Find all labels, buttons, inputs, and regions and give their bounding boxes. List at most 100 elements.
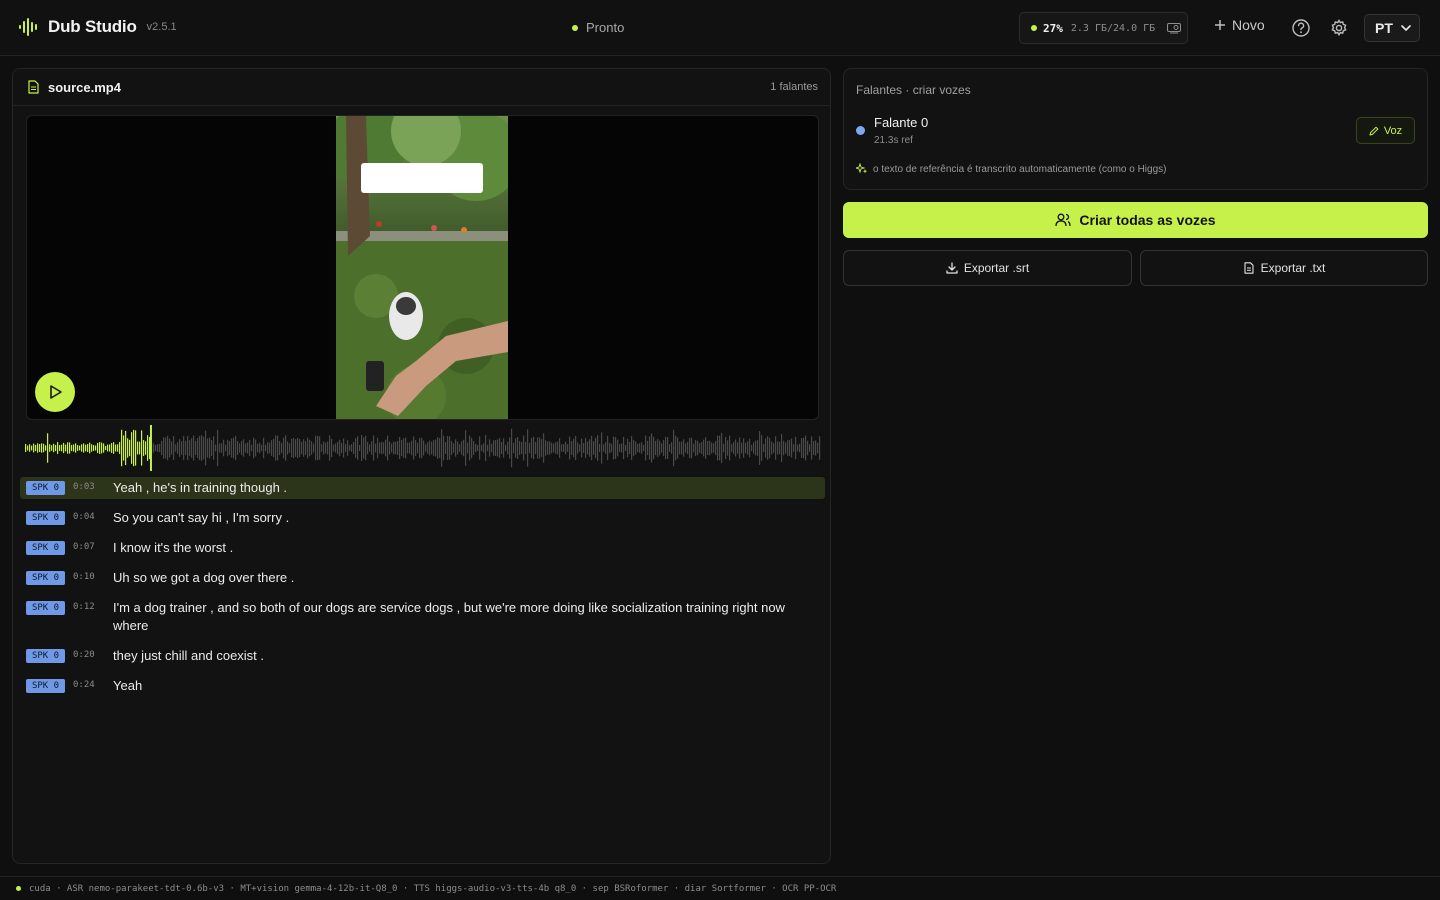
segment-row[interactable]: SPK 0 0:04 So you can't say hi , I'm sorry… bbox=[20, 507, 825, 529]
waveform-bar bbox=[569, 436, 571, 460]
segment-text[interactable]: Yeah bbox=[113, 677, 819, 695]
waveform-bar bbox=[381, 441, 383, 455]
waveform-bar bbox=[53, 443, 55, 453]
speaker-badge[interactable]: SPK 0 bbox=[26, 541, 65, 555]
speaker-badge[interactable]: SPK 0 bbox=[26, 481, 65, 495]
speaker-ref-duration: 21.3s ref bbox=[874, 135, 913, 146]
waveform-bar bbox=[363, 437, 365, 459]
waveform-bar bbox=[815, 440, 817, 456]
waveform-bar bbox=[753, 442, 755, 454]
play-icon bbox=[50, 385, 62, 399]
gear-icon[interactable] bbox=[1329, 18, 1349, 38]
export-srt-button[interactable]: Exportar .srt bbox=[843, 250, 1132, 286]
waveform-bar bbox=[267, 442, 269, 454]
waveform-bar bbox=[457, 441, 459, 455]
waveform-bar bbox=[761, 435, 763, 461]
waveform-bar bbox=[789, 439, 791, 457]
waveform-bar bbox=[371, 441, 373, 455]
waveform-bar bbox=[725, 437, 727, 459]
waveform-bar bbox=[561, 444, 563, 452]
waveform-bar bbox=[79, 445, 81, 451]
speaker-badge[interactable]: SPK 0 bbox=[26, 649, 65, 663]
segment-row[interactable]: SPK 0 0:07 I know it's the worst . bbox=[20, 537, 825, 559]
export-txt-button[interactable]: Exportar .txt bbox=[1140, 250, 1428, 286]
segment-row[interactable]: SPK 0 0:20 they just chill and coexist . bbox=[20, 645, 825, 667]
waveform-bar bbox=[657, 439, 659, 457]
waveform-bar bbox=[777, 441, 779, 455]
play-button[interactable] bbox=[35, 372, 75, 412]
speaker-badge[interactable]: SPK 0 bbox=[26, 571, 65, 585]
waveform-bar bbox=[473, 441, 475, 455]
waveform-bar bbox=[533, 436, 535, 460]
waveform-bar bbox=[609, 442, 611, 454]
waveform-bar bbox=[611, 443, 613, 453]
waveform-bar bbox=[313, 443, 315, 453]
waveform-bar bbox=[737, 442, 739, 454]
waveform-bar bbox=[643, 444, 645, 452]
segment-text[interactable]: they just chill and coexist . bbox=[113, 647, 819, 665]
waveform-bar bbox=[581, 438, 583, 458]
waveform-bar bbox=[523, 435, 525, 461]
waveform-bar bbox=[339, 439, 341, 457]
segment-row[interactable]: SPK 0 0:24 Yeah bbox=[20, 675, 825, 697]
waveform-bar bbox=[407, 442, 409, 454]
segment-text[interactable]: So you can't say hi , I'm sorry . bbox=[113, 509, 819, 527]
file-text-icon bbox=[1244, 262, 1254, 274]
plus-icon bbox=[1215, 20, 1225, 30]
pencil-icon bbox=[1369, 126, 1379, 135]
segment-row[interactable]: SPK 0 0:12 I'm a dog trainer , and so both… bbox=[20, 597, 825, 637]
waveform-bar bbox=[781, 433, 783, 463]
app-version: v2.5.1 bbox=[146, 21, 177, 33]
waveform-bar bbox=[511, 428, 513, 468]
speaker-badge[interactable]: SPK 0 bbox=[26, 511, 65, 525]
waveform-bar bbox=[285, 435, 287, 461]
speaker-badge[interactable]: SPK 0 bbox=[26, 679, 65, 693]
waveform-bar bbox=[521, 441, 523, 455]
create-all-voices-button[interactable]: Criar todas as vozes bbox=[843, 202, 1428, 238]
segment-text[interactable]: Yeah , he's in training though . bbox=[113, 479, 819, 497]
waveform-bar bbox=[471, 437, 473, 459]
waveform-bar bbox=[37, 443, 39, 453]
waveform-bar bbox=[797, 444, 799, 452]
audio-waveform[interactable] bbox=[25, 425, 821, 471]
waveform-bar bbox=[423, 440, 425, 456]
waveform-bar bbox=[189, 440, 191, 456]
waveform-bar bbox=[599, 444, 601, 452]
language-select[interactable]: PT bbox=[1364, 14, 1420, 42]
waveform-bar bbox=[723, 443, 725, 453]
segment-row[interactable]: SPK 0 0:10 Uh so we got a dog over there . bbox=[20, 567, 825, 589]
gpu-usage-badge[interactable]: 27% 2.3 ГБ/24.0 ГБ bbox=[1019, 12, 1188, 44]
waveform-bar bbox=[619, 444, 621, 452]
segment-text[interactable]: I'm a dog trainer , and so both of our d… bbox=[113, 599, 819, 635]
editor-panel: source.mp4 1 falantes SPK 0 0:03 Yeah , … bbox=[12, 68, 831, 864]
waveform-bar bbox=[213, 436, 215, 460]
segment-row[interactable]: SPK 0 0:03 Yeah , he's in training though … bbox=[20, 477, 825, 499]
segment-text[interactable]: Uh so we got a dog over there . bbox=[113, 569, 819, 587]
segment-text[interactable]: I know it's the worst . bbox=[113, 539, 819, 557]
voice-button[interactable]: Voz bbox=[1356, 117, 1415, 144]
speakers-card: Falantes · criar vozes Falante 0 21.3s r… bbox=[843, 68, 1428, 190]
waveform-bar bbox=[417, 442, 419, 454]
waveform-bar bbox=[405, 437, 407, 459]
new-project-button[interactable]: Novo bbox=[1214, 17, 1265, 33]
gpu-status-dot bbox=[1031, 25, 1037, 31]
waveform-bar bbox=[105, 445, 107, 451]
waveform-bar bbox=[303, 439, 305, 457]
waveform-bar bbox=[621, 443, 623, 453]
speaker-color-dot bbox=[856, 126, 865, 135]
waveform-bar bbox=[361, 435, 363, 461]
playhead[interactable] bbox=[149, 425, 152, 471]
waveform-bar bbox=[639, 443, 641, 453]
waveform-bar bbox=[143, 439, 145, 457]
waveform-bar bbox=[791, 438, 793, 458]
waveform-bar bbox=[81, 444, 83, 452]
waveform-bar bbox=[165, 437, 167, 459]
waveform-bar bbox=[763, 443, 765, 453]
waveform-bar bbox=[137, 441, 139, 455]
waveform-bar bbox=[603, 444, 605, 452]
waveform-bar bbox=[559, 438, 561, 458]
video-player[interactable] bbox=[26, 115, 819, 420]
speaker-badge[interactable]: SPK 0 bbox=[26, 601, 65, 615]
help-icon[interactable] bbox=[1291, 18, 1311, 38]
waveform-bar bbox=[49, 444, 51, 452]
